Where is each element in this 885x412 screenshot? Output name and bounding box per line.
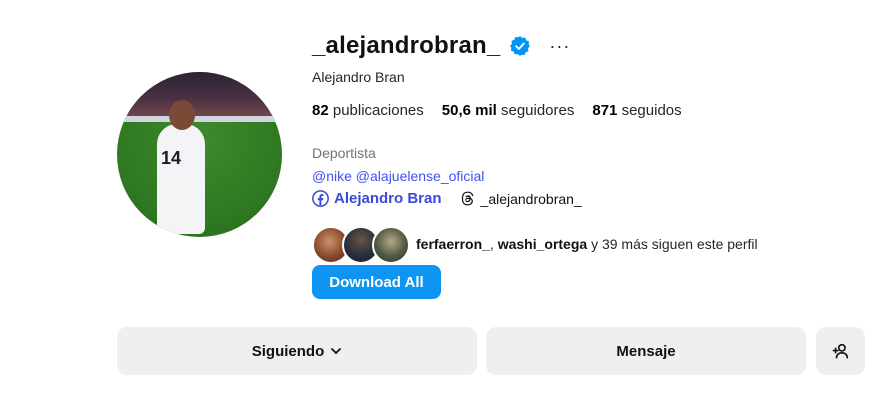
follower-name[interactable]: washi_ortega [498,236,587,252]
following-count: 871 [592,102,618,119]
follower-name[interactable]: ferfaerron_ [416,236,490,252]
add-user-button[interactable] [816,327,865,375]
threads-link[interactable]: _alejandrobran_ [460,191,582,207]
add-user-icon [832,343,848,359]
profile-stats: 82 publicaciones 50,6 mil seguidores 871… [312,102,700,119]
bio-mentions: @nike @alajuelense_oficial [312,168,484,184]
followers-label: seguidores [500,102,575,119]
profile-links: Alejandro Bran _alejandrobran_ [312,190,582,207]
download-all-button[interactable]: Download All [312,265,441,299]
following-label: seguidos [621,102,682,119]
followed-by-rest: y 39 más siguen este perfil [587,236,758,252]
avatar-jersey-number: 14 [161,148,182,168]
facebook-link[interactable]: Alejandro Bran [312,190,442,207]
followed-separator: , [489,236,498,252]
more-options-icon[interactable]: ··· [549,36,570,57]
threads-link-label: _alejandrobran_ [480,190,582,207]
verified-badge-icon [510,36,531,56]
username-row: _alejandrobran_ ··· [312,32,570,60]
following-stat[interactable]: 871 seguidos [592,102,681,119]
following-button[interactable]: Siguiendo [117,327,477,375]
follower-avatar [372,226,410,264]
facebook-link-label: Alejandro Bran [334,190,442,207]
profile-category: Deportista [312,145,376,161]
message-button[interactable]: Mensaje [486,327,806,375]
following-button-label: Siguiendo [251,342,325,360]
full-name: Alejandro Bran [312,69,405,85]
follower-avatars [312,226,410,264]
followed-by-text: ferfaerron_, washi_ortega y 39 más sigue… [416,236,758,252]
mention-link[interactable]: @nike [312,168,352,184]
followers-stat[interactable]: 50,6 mil seguidores [442,102,575,119]
threads-icon [461,191,473,206]
followed-by[interactable]: ferfaerron_, washi_ortega y 39 más sigue… [312,226,758,264]
username: _alejandrobran_ [312,32,501,59]
avatar-ad-board [117,116,282,122]
avatar-player [157,124,205,234]
profile-avatar[interactable]: 14 [117,72,282,237]
avatar-background [117,72,282,120]
facebook-icon [312,190,329,207]
posts-label: publicaciones [332,102,424,119]
posts-stat[interactable]: 82 publicaciones [312,102,424,119]
followers-count: 50,6 mil [441,102,497,119]
posts-count: 82 [312,102,329,119]
mention-link[interactable]: @alajuelense_oficial [356,168,485,184]
avatar-player-head [169,100,195,130]
chevron-down-icon [331,348,342,354]
